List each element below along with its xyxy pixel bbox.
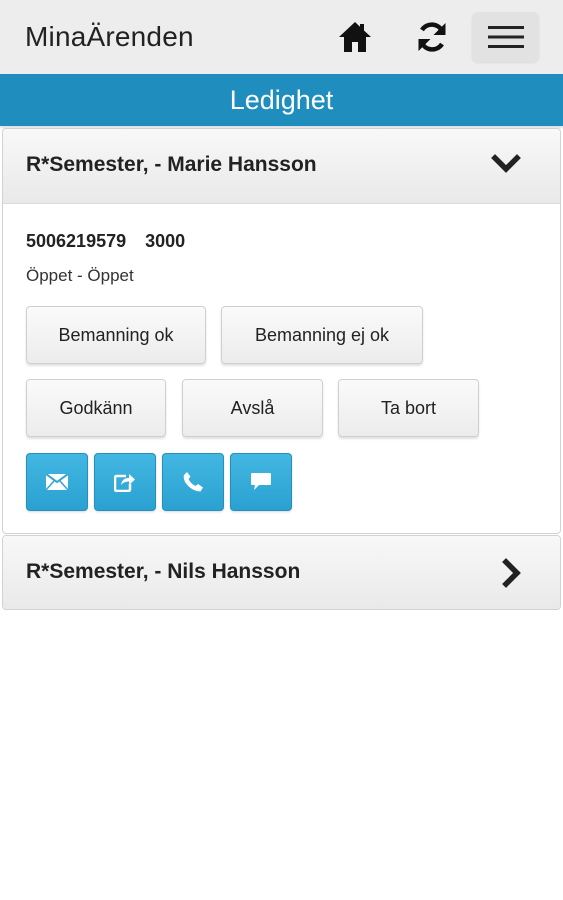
app-title: MinaÄrenden bbox=[25, 21, 194, 52]
chevron-down-icon bbox=[491, 154, 521, 173]
item-title: R*Semester, - Nils Hansson bbox=[26, 560, 301, 583]
phone-button[interactable] bbox=[162, 453, 224, 511]
share-button[interactable] bbox=[94, 453, 156, 511]
item-title: R*Semester, - Marie Hansson bbox=[26, 153, 317, 176]
list-item-expanded: R*Semester, - Marie Hansson 5006219579 3… bbox=[2, 128, 561, 534]
home-button[interactable] bbox=[330, 12, 380, 62]
chat-icon bbox=[251, 473, 271, 490]
item-code: 3000 bbox=[145, 231, 186, 251]
top-bar: MinaÄrenden bbox=[0, 0, 563, 74]
mail-button[interactable] bbox=[26, 453, 88, 511]
item-meta: 5006219579 3000 bbox=[26, 229, 185, 253]
collapsible-header[interactable]: R*Semester, - Nils Hansson bbox=[3, 536, 560, 609]
phone-icon bbox=[183, 472, 203, 492]
staffing-not-ok-button[interactable]: Bemanning ej ok bbox=[221, 306, 423, 364]
refresh-icon bbox=[418, 22, 446, 52]
mail-icon bbox=[46, 474, 68, 490]
menu-icon bbox=[487, 26, 524, 48]
chevron-right-icon bbox=[502, 558, 521, 588]
chat-button[interactable] bbox=[230, 453, 292, 511]
refresh-button[interactable] bbox=[407, 12, 457, 62]
delete-button[interactable]: Ta bort bbox=[338, 379, 479, 437]
menu-button[interactable] bbox=[472, 12, 539, 62]
share-icon bbox=[114, 474, 135, 492]
order-number: 5006219579 bbox=[26, 231, 127, 251]
item-status: Öppet - Öppet bbox=[26, 266, 134, 285]
staffing-ok-button[interactable]: Bemanning ok bbox=[26, 306, 206, 364]
reject-button[interactable]: Avslå bbox=[182, 379, 323, 437]
list-item-collapsed[interactable]: R*Semester, - Nils Hansson bbox=[2, 535, 561, 610]
home-icon bbox=[339, 22, 371, 52]
collapsible-header[interactable]: R*Semester, - Marie Hansson bbox=[3, 129, 560, 204]
approve-button[interactable]: Godkänn bbox=[26, 379, 166, 437]
section-title: Ledighet bbox=[0, 74, 563, 126]
